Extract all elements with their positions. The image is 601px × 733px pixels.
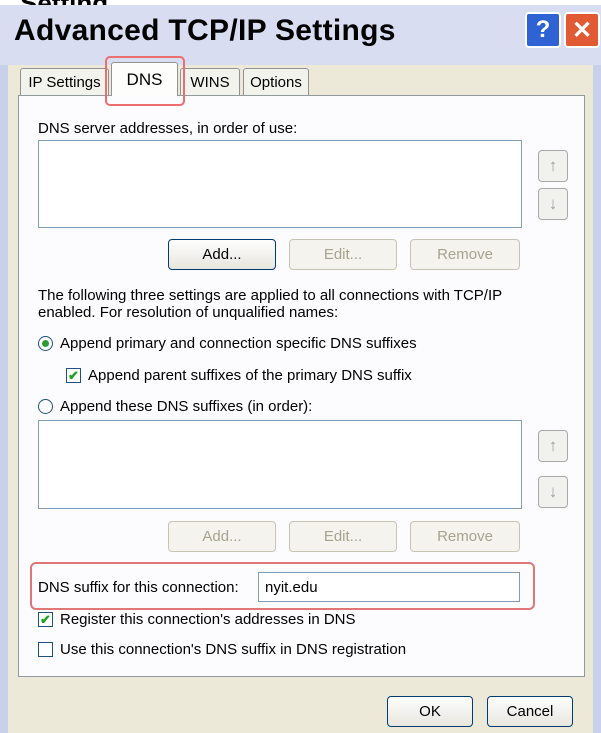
radio-append-these[interactable] bbox=[38, 399, 53, 414]
tab-wins[interactable]: WINS bbox=[180, 68, 240, 95]
check-icon: ✔ bbox=[40, 611, 51, 627]
down-arrow-icon: ↓ bbox=[548, 194, 558, 213]
checkbox-use-suffix-label: Use this connection's DNS suffix in DNS … bbox=[60, 641, 407, 658]
tab-options[interactable]: Options bbox=[243, 68, 309, 95]
down-arrow-icon: ↓ bbox=[548, 482, 558, 501]
suffix-move-up-button[interactable]: ↑ bbox=[538, 430, 568, 462]
dns-suffix-label: DNS suffix for this connection: bbox=[38, 579, 239, 596]
checkbox-use-suffix[interactable] bbox=[38, 642, 53, 657]
ok-button[interactable]: OK bbox=[387, 696, 473, 727]
server-move-down-button[interactable]: ↓ bbox=[538, 188, 568, 220]
close-button[interactable]: ✕ bbox=[564, 12, 600, 48]
dns-server-list-label: DNS server addresses, in order of use: bbox=[38, 120, 298, 137]
check-icon: ✔ bbox=[68, 367, 79, 383]
suffix-edit-button[interactable]: Edit... bbox=[289, 521, 397, 552]
question-icon: ? bbox=[535, 16, 551, 43]
radio-append-primary-label: Append primary and connection specific D… bbox=[60, 335, 417, 352]
help-button[interactable]: ? bbox=[525, 12, 561, 48]
dns-suffix-list[interactable] bbox=[38, 420, 522, 509]
info-text-line-2: enabled. For resolution of unqualified n… bbox=[38, 304, 339, 321]
server-add-button[interactable]: Add... bbox=[168, 239, 276, 270]
radio-append-these-label: Append these DNS suffixes (in order): bbox=[60, 398, 313, 415]
tab-ip-settings[interactable]: IP Settings bbox=[20, 68, 109, 95]
tab-dns-highlight bbox=[105, 56, 185, 106]
close-icon: ✕ bbox=[571, 16, 593, 44]
suffix-remove-button[interactable]: Remove bbox=[410, 521, 520, 552]
server-move-up-button[interactable]: ↑ bbox=[538, 150, 568, 182]
checkbox-register-label: Register this connection's addresses in … bbox=[60, 611, 356, 628]
radio-selected-dot bbox=[42, 340, 49, 347]
dialog-border-left bbox=[0, 65, 8, 733]
server-edit-button[interactable]: Edit... bbox=[289, 239, 397, 270]
cancel-button[interactable]: Cancel bbox=[487, 696, 573, 727]
dns-server-list[interactable] bbox=[38, 140, 522, 228]
radio-append-primary[interactable] bbox=[38, 336, 53, 351]
suffix-add-button[interactable]: Add... bbox=[168, 521, 276, 552]
checkbox-register[interactable]: ✔ bbox=[38, 612, 53, 627]
server-remove-button[interactable]: Remove bbox=[410, 239, 520, 270]
suffix-move-down-button[interactable]: ↓ bbox=[538, 476, 568, 508]
info-text-line-1: The following three settings are applied… bbox=[38, 287, 503, 304]
window-title: Advanced TCP/IP Settings bbox=[14, 14, 396, 47]
dns-suffix-input[interactable]: nyit.edu bbox=[258, 572, 520, 602]
up-arrow-icon: ↑ bbox=[548, 156, 558, 175]
checkbox-append-parent[interactable]: ✔ bbox=[66, 368, 81, 383]
dialog-border-right bbox=[593, 65, 601, 733]
checkbox-append-parent-label: Append parent suffixes of the primary DN… bbox=[88, 367, 412, 384]
up-arrow-icon: ↑ bbox=[548, 436, 558, 455]
